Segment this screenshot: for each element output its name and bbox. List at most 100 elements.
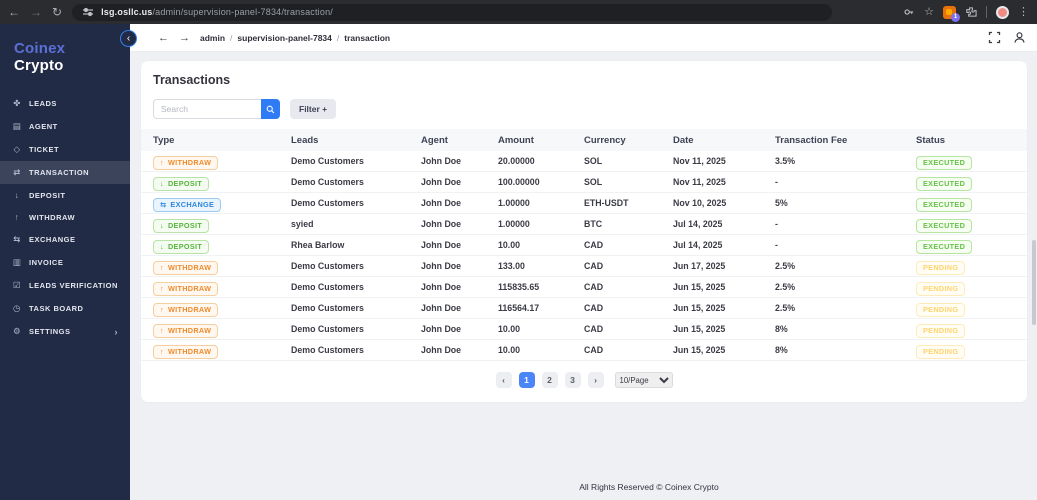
status-badge-pending: PENDING: [916, 302, 966, 317]
breadcrumb-item[interactable]: admin: [200, 33, 225, 43]
pagination-next-button[interactable]: ›: [587, 372, 604, 388]
table-row[interactable]: ↑ WITHDRAW Demo Customers John Doe 10.00 CAD J…: [141, 319, 1027, 340]
sidebar-item-task-board[interactable]: ◷ TASK BOARD: [0, 297, 130, 320]
filter-button[interactable]: Filter +: [290, 99, 337, 119]
topbar: ‹ ← → admin / supervision-panel-7834 / trans…: [120, 24, 1037, 52]
bookmark-star-icon[interactable]: ☆: [924, 6, 934, 18]
agent-cell: John Doe: [421, 177, 462, 187]
sidebar-item-label: LEADS VERIFICATION: [29, 281, 118, 290]
browser-reload-icon[interactable]: ↻: [52, 6, 62, 18]
table-row[interactable]: ↓ DEPOSIT syied John Doe 1.00000 BTC Jul 14, 2…: [141, 214, 1027, 235]
sidebar-item-ticket[interactable]: ◇ TICKET: [0, 138, 130, 161]
user-profile-icon[interactable]: [1013, 31, 1026, 44]
date-cell: Jun 15, 2025: [673, 303, 726, 313]
browser-menu-icon[interactable]: ⋮: [1018, 6, 1029, 18]
column-header-date: Date: [673, 134, 694, 146]
sidebar-item-leads-verification[interactable]: ☑ LEADS VERIFICATION: [0, 274, 130, 297]
toolbar-divider: [986, 6, 987, 18]
table-row[interactable]: ↑ WITHDRAW Demo Customers John Doe 115835.65…: [141, 277, 1027, 298]
type-badge-withdraw[interactable]: ↑ WITHDRAW: [153, 302, 219, 317]
type-badge-exchange[interactable]: ⇆ EXCHANGE: [153, 197, 222, 212]
leads-cell: Demo Customers: [291, 156, 364, 166]
sidebar-item-exchange[interactable]: ⇆ EXCHANGE: [0, 228, 130, 251]
address-bar[interactable]: lsg.osllc.us/admin/supervision-panel-783…: [72, 3, 833, 21]
url-domain: lsg.osllc.us: [101, 7, 153, 17]
fullscreen-icon[interactable]: [988, 31, 1001, 44]
brand-logo[interactable]: Coinex Crypto: [0, 24, 130, 92]
type-badge-deposit[interactable]: ↓ DEPOSIT: [153, 239, 210, 254]
sidebar-item-transaction[interactable]: ⇄ TRANSACTION: [0, 161, 130, 184]
type-badge-deposit[interactable]: ↓ DEPOSIT: [153, 218, 210, 233]
fee-cell: -: [775, 240, 778, 250]
sidebar-item-leads[interactable]: ✤ LEADS: [0, 92, 130, 115]
amount-cell: 10.00: [498, 240, 521, 250]
nav-forward-icon[interactable]: →: [179, 32, 190, 44]
date-cell: Jun 15, 2025: [673, 282, 726, 292]
table-row[interactable]: ↑ WITHDRAW Demo Customers John Doe 10.00 CAD J…: [141, 340, 1027, 361]
withdraw-arrow-icon: ↑: [160, 326, 164, 335]
sidebar-item-settings[interactable]: ⚙ SETTINGS ›: [0, 320, 130, 343]
nav-back-icon[interactable]: ←: [158, 32, 169, 44]
amount-cell: 133.00: [498, 261, 525, 271]
pagination-page-1[interactable]: 1: [518, 372, 535, 388]
sidebar-collapse-button[interactable]: ‹: [120, 30, 137, 47]
table-row[interactable]: ↑ WITHDRAW Demo Customers John Doe 20.00000 S…: [141, 151, 1027, 172]
password-manager-icon[interactable]: [903, 6, 915, 18]
main-area: ‹ ← → admin / supervision-panel-7834 / trans…: [120, 24, 1037, 500]
status-badge-executed: EXECUTED: [916, 218, 973, 233]
pagination: ‹ 123 › 10/Page: [141, 361, 1027, 392]
search-button[interactable]: [261, 99, 280, 119]
currency-cell: CAD: [584, 240, 604, 250]
sidebar-item-withdraw[interactable]: ↑ WITHDRAW: [0, 206, 130, 228]
status-cell: PENDING: [916, 299, 1027, 317]
type-badge-withdraw[interactable]: ↑ WITHDRAW: [153, 155, 219, 170]
browser-forward-icon[interactable]: →: [30, 6, 42, 18]
breadcrumb-item[interactable]: supervision-panel-7834: [237, 33, 331, 43]
fee-cell: -: [775, 219, 778, 229]
table-row[interactable]: ↓ DEPOSIT Rhea Barlow John Doe 10.00 CAD Jul 1…: [141, 235, 1027, 256]
page-size-select[interactable]: 10/Page: [614, 372, 673, 388]
scrollbar-thumb[interactable]: [1032, 240, 1036, 325]
active-extension-icon[interactable]: 1: [943, 5, 960, 22]
pagination-page-2[interactable]: 2: [541, 372, 558, 388]
type-badge-withdraw[interactable]: ↑ WITHDRAW: [153, 344, 219, 359]
amount-cell: 10.00: [498, 345, 521, 355]
sidebar-item-deposit[interactable]: ↓ DEPOSIT: [0, 184, 130, 206]
sidebar-item-agent[interactable]: ▤ AGENT: [0, 115, 130, 138]
date-cell: Nov 11, 2025: [673, 177, 726, 187]
type-cell: ↑ WITHDRAW: [141, 299, 291, 317]
column-header-transaction-fee: Transaction Fee: [775, 134, 848, 146]
type-badge-withdraw[interactable]: ↑ WITHDRAW: [153, 281, 219, 296]
leads-cell: Demo Customers: [291, 261, 364, 271]
status-badge-pending: PENDING: [916, 281, 966, 296]
sidebar-item-invoice[interactable]: ▥ INVOICE: [0, 251, 130, 274]
pagination-page-3[interactable]: 3: [564, 372, 581, 388]
breadcrumb: admin / supervision-panel-7834 / transaction: [200, 33, 390, 43]
type-badge-deposit[interactable]: ↓ DEPOSIT: [153, 176, 210, 191]
table-row[interactable]: ↑ WITHDRAW Demo Customers John Doe 133.00 CAD…: [141, 256, 1027, 277]
breadcrumb-separator: /: [336, 32, 340, 43]
currency-cell: CAD: [584, 324, 604, 334]
leads-verification-icon: ☑: [12, 280, 22, 290]
agent-cell: John Doe: [421, 345, 462, 355]
column-header-amount: Amount: [498, 134, 534, 146]
profile-avatar[interactable]: [996, 5, 1009, 19]
extensions-puzzle-icon[interactable]: [965, 6, 977, 18]
table-row[interactable]: ↑ WITHDRAW Demo Customers John Doe 116564.17…: [141, 298, 1027, 319]
pagination-prev-button[interactable]: ‹: [495, 372, 512, 388]
breadcrumb-item[interactable]: transaction: [344, 33, 390, 43]
status-badge-executed: EXECUTED: [916, 197, 973, 212]
browser-back-icon[interactable]: ←: [8, 6, 20, 18]
table-row[interactable]: ↓ DEPOSIT Demo Customers John Doe 100.00000 S…: [141, 172, 1027, 193]
browser-toolbar: ← → ↻ lsg.osllc.us/admin/supervision-pan…: [0, 0, 1037, 24]
table-row[interactable]: ⇆ EXCHANGE Demo Customers John Doe 1.00000 ET…: [141, 193, 1027, 214]
brand-secondary: Crypto: [14, 57, 64, 74]
task-board-icon: ◷: [13, 303, 21, 313]
type-badge-withdraw[interactable]: ↑ WITHDRAW: [153, 323, 219, 338]
type-badge-withdraw[interactable]: ↑ WITHDRAW: [153, 260, 219, 275]
site-settings-icon[interactable]: [82, 6, 94, 18]
fee-cell: -: [775, 177, 778, 187]
status-cell: EXECUTED: [916, 215, 1027, 233]
search-input[interactable]: [153, 99, 261, 119]
search-icon: [266, 105, 275, 113]
